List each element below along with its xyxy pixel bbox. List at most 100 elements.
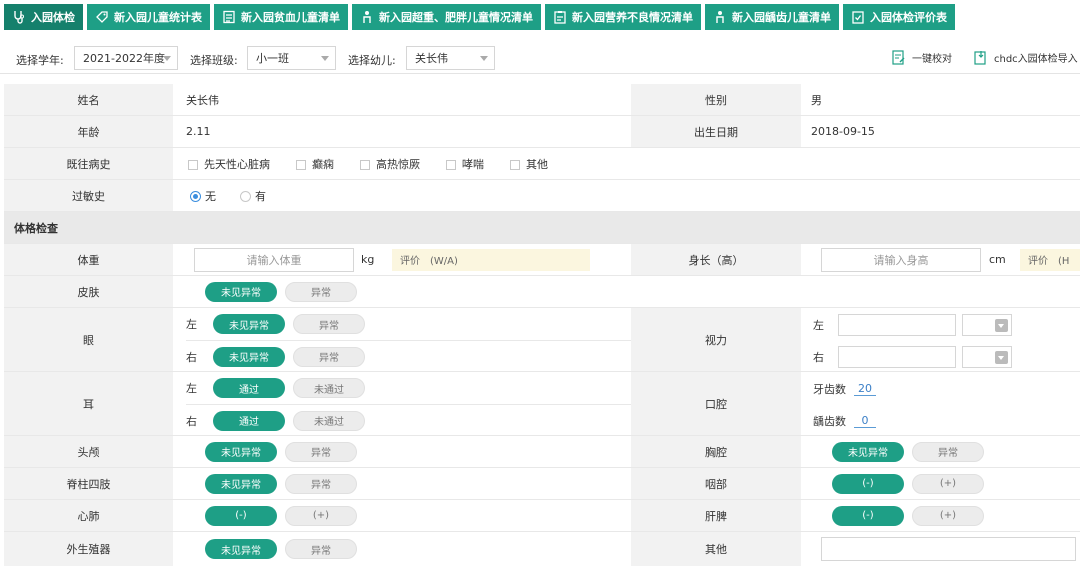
- other-input[interactable]: [821, 537, 1076, 561]
- history-options: 先天性心脏病 癫痫 高热惊厥 哮喘 其他: [176, 148, 1076, 179]
- row-weight-height: 体重 请输入体重 kg 评价 (W/A) 身长（高） 请输入身高 cm 评价 (…: [4, 244, 1080, 276]
- tab-label: 新入园营养不良情况清单: [572, 11, 693, 24]
- vision-left-input[interactable]: [838, 314, 956, 336]
- row-spine-throat: 脊柱四肢 未见异常 异常 咽部 (-) (+): [4, 468, 1080, 500]
- vision-right-input[interactable]: [838, 346, 956, 368]
- eye-left-label: 左: [186, 318, 197, 331]
- child-label: 选择幼儿:: [348, 54, 396, 67]
- history-label: 既往病史: [4, 148, 173, 179]
- tab-new-children-stats[interactable]: 新入园儿童统计表: [87, 4, 210, 30]
- child-select[interactable]: 关长伟: [406, 46, 495, 70]
- teeth-count-input[interactable]: 20: [854, 382, 876, 396]
- tab-evaluation-table[interactable]: 入园体检评价表: [843, 4, 955, 30]
- tag-icon: [96, 11, 108, 23]
- tab-overweight-list[interactable]: 新入园超重、肥胖儿童情况清单: [352, 4, 541, 30]
- eye-right-normal-button[interactable]: 未见异常: [213, 346, 285, 367]
- weight-input[interactable]: 请输入体重: [194, 247, 354, 272]
- ear-right-fail-button[interactable]: 未通过: [293, 410, 365, 431]
- spine-normal-button[interactable]: 未见异常: [205, 473, 277, 494]
- chevron-down-icon: [163, 56, 171, 61]
- tab-entry-exam[interactable]: 入园体检: [4, 4, 83, 30]
- spine-abnormal-button[interactable]: 异常: [285, 473, 357, 494]
- name-label: 姓名: [4, 84, 173, 115]
- vision-left-label: 左: [813, 319, 824, 332]
- history-checkbox-asthma[interactable]: 哮喘: [446, 156, 484, 172]
- heartlung-negative-button[interactable]: (-): [205, 505, 277, 526]
- head-abnormal-button[interactable]: 异常: [285, 441, 357, 462]
- history-checkbox-heart[interactable]: 先天性心脏病: [188, 156, 270, 172]
- weight-unit: kg: [361, 253, 375, 266]
- weight-label: 体重: [4, 244, 173, 275]
- gender-value: 男: [811, 93, 822, 107]
- tab-label: 新入园龋齿儿童清单: [732, 11, 831, 24]
- tab-caries-list[interactable]: 新入园龋齿儿童清单: [705, 4, 839, 30]
- row-head-chest: 头颅 未见异常 异常 胸腔 未见异常 异常: [4, 436, 1080, 468]
- caries-count-input[interactable]: 0: [854, 414, 876, 428]
- ear-left-pass-button[interactable]: 通过: [213, 378, 285, 398]
- row-skin: 皮肤 未见异常 异常: [4, 276, 1080, 308]
- chevron-down-icon: [995, 319, 1008, 332]
- liver-positive-button[interactable]: (+): [912, 505, 984, 526]
- eye-left-normal-button[interactable]: 未见异常: [213, 314, 285, 334]
- spine-label: 脊柱四肢: [4, 468, 173, 499]
- teeth-label: 牙齿数: [813, 383, 846, 396]
- genital-label: 外生殖器: [4, 532, 173, 566]
- vision-right-select[interactable]: [962, 346, 1012, 368]
- vision-left-select[interactable]: [962, 314, 1012, 336]
- height-label: 身长（高）: [631, 244, 801, 275]
- year-select[interactable]: 2021-2022年度: [74, 46, 178, 70]
- year-value: 2021-2022年度: [83, 52, 165, 65]
- ear-right-pass-button[interactable]: 通过: [213, 410, 285, 431]
- one-click-check-button[interactable]: 一键校对: [892, 50, 952, 65]
- genital-normal-button[interactable]: 未见异常: [205, 539, 277, 559]
- eye-right-abnormal-button[interactable]: 异常: [293, 346, 365, 367]
- eye-left-abnormal-button[interactable]: 异常: [293, 314, 365, 334]
- clipboard-icon: [554, 11, 566, 24]
- chest-abnormal-button[interactable]: 异常: [912, 441, 984, 462]
- history-checkbox-epilepsy[interactable]: 癫痫: [296, 156, 334, 172]
- other-label: 其他: [631, 532, 801, 566]
- history-checkbox-other[interactable]: 其他: [510, 156, 548, 172]
- skin-label: 皮肤: [4, 276, 173, 307]
- eye-right-label: 右: [186, 350, 197, 364]
- gender-label: 性别: [631, 84, 801, 115]
- history-checkbox-febrile[interactable]: 高热惊厥: [360, 156, 420, 172]
- head-normal-button[interactable]: 未见异常: [205, 441, 277, 462]
- skin-abnormal-button[interactable]: 异常: [285, 281, 357, 302]
- allergy-options: 无 有: [176, 180, 476, 211]
- ear-left-fail-button[interactable]: 未通过: [293, 378, 365, 398]
- allergy-radio-none[interactable]: 无: [190, 188, 216, 204]
- tab-label: 新入园超重、肥胖儿童情况清单: [379, 11, 533, 24]
- class-value: 小一班: [256, 52, 289, 65]
- chevron-down-icon: [321, 56, 329, 61]
- class-select[interactable]: 小一班: [247, 46, 336, 70]
- skin-normal-button[interactable]: 未见异常: [205, 281, 277, 302]
- row-allergy: 过敏史 无 有: [4, 180, 1080, 212]
- height-input[interactable]: 请输入身高: [821, 247, 981, 272]
- weight-eval: 评价 (W/A): [392, 248, 590, 271]
- chdc-import-button[interactable]: chdc入园体检导入: [974, 50, 1078, 65]
- head-label: 头颅: [4, 436, 173, 467]
- heartlung-positive-button[interactable]: (+): [285, 505, 357, 526]
- liver-negative-button[interactable]: (-): [832, 505, 904, 526]
- ear-label: 耳: [4, 372, 173, 435]
- list-icon: [223, 10, 235, 24]
- tab-anemia-list[interactable]: 新入园贫血儿童清单: [214, 4, 348, 30]
- allergy-radio-yes[interactable]: 有: [240, 188, 266, 204]
- throat-positive-button[interactable]: (+): [912, 473, 984, 494]
- section-title: 体格检查: [14, 221, 58, 235]
- height-eval: 评价 (H: [1020, 248, 1080, 271]
- row-medical-history: 既往病史 先天性心脏病 癫痫 高热惊厥 哮喘 其他: [4, 148, 1080, 180]
- import-doc-icon: [974, 51, 986, 65]
- birth-label: 出生日期: [631, 116, 801, 147]
- top-tab-bar: 入园体检 新入园儿童统计表 新入园贫血儿童清单 新入园超重、肥胖儿童情况清单 新…: [0, 0, 1080, 34]
- row-ear-oral: 耳 左 通过 未通过 右 通过 未通过 口腔 牙齿数 20 龋齿数 0: [4, 372, 1080, 436]
- ear-left-label: 左: [186, 382, 197, 395]
- tab-malnutrition-list[interactable]: 新入园营养不良情况清单: [545, 4, 701, 30]
- clipboard-check-icon: [852, 11, 864, 24]
- age-value: 2.11: [186, 125, 211, 138]
- genital-abnormal-button[interactable]: 异常: [285, 539, 357, 559]
- throat-negative-button[interactable]: (-): [832, 473, 904, 494]
- tab-label: 入园体检评价表: [870, 11, 947, 24]
- chest-normal-button[interactable]: 未见异常: [832, 441, 904, 462]
